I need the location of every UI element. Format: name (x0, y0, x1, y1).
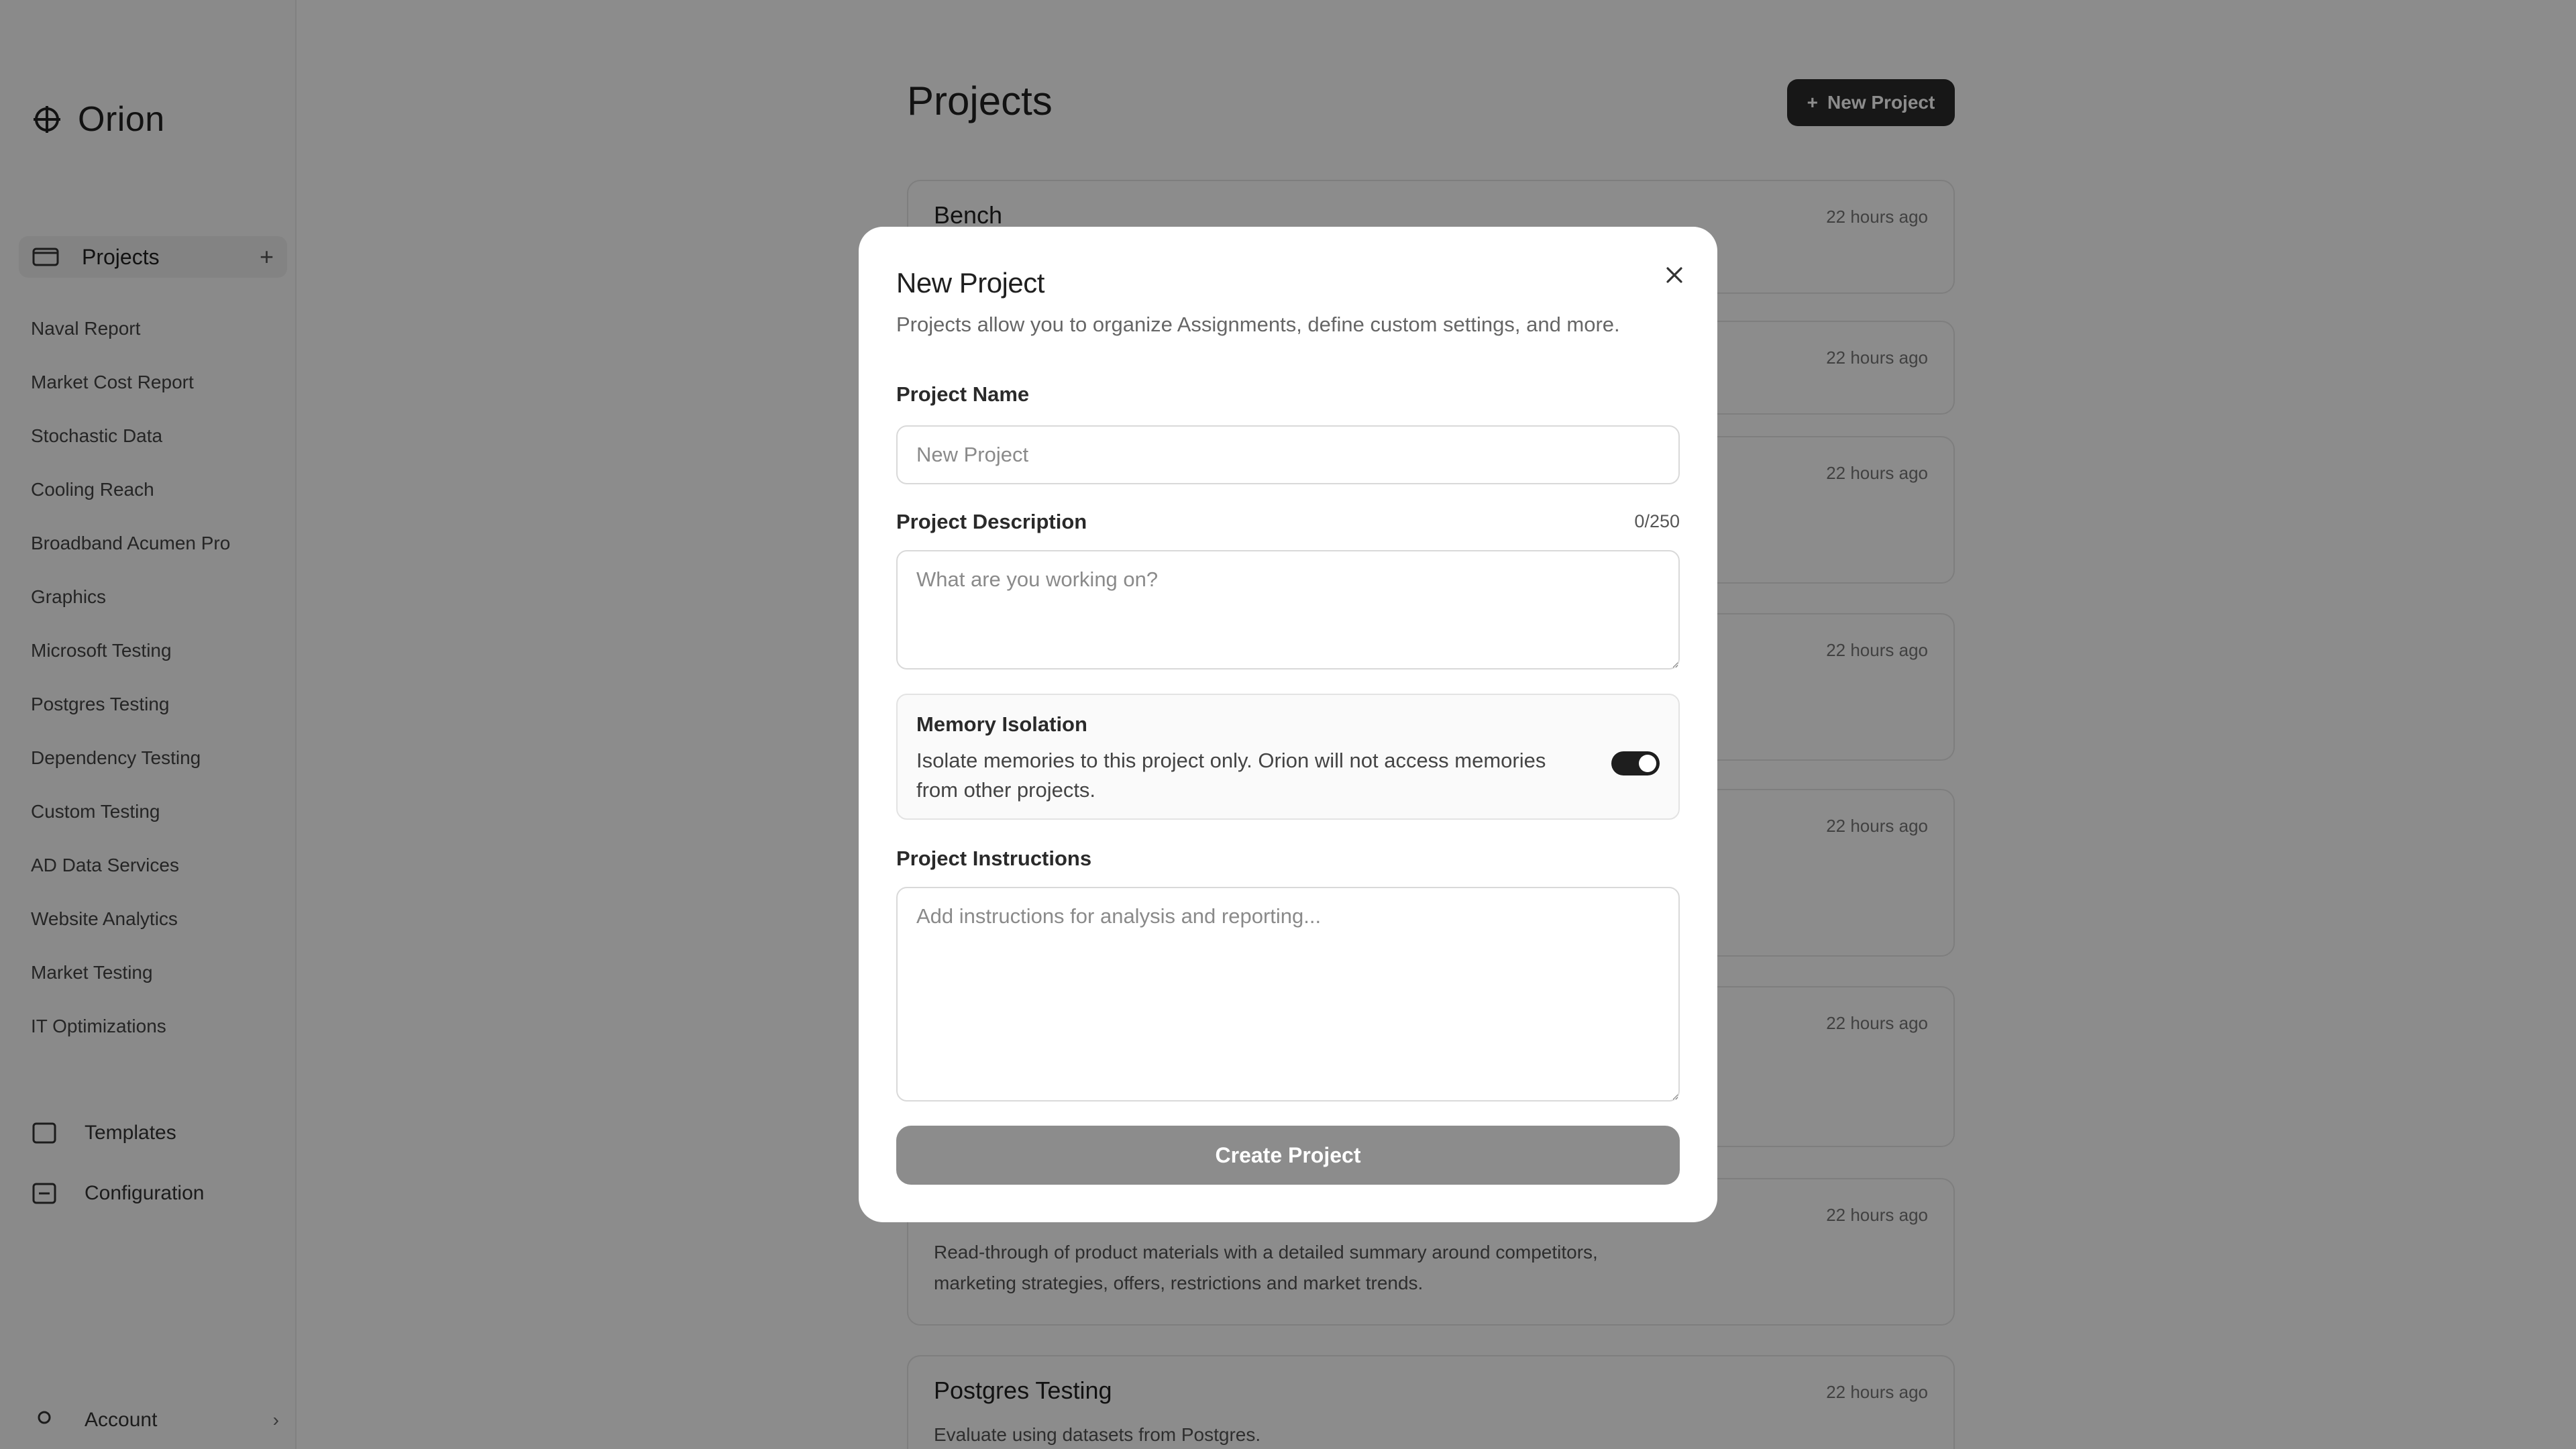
character-counter: 0/250 (1634, 511, 1680, 531)
close-icon (1666, 267, 1682, 283)
memory-isolation-title: Memory Isolation (916, 712, 1087, 736)
create-project-button[interactable]: Create Project (896, 1126, 1680, 1185)
memory-isolation-description: Isolate memories to this project only. O… (916, 749, 1546, 802)
project-name-input[interactable] (896, 425, 1680, 484)
app-root: Orion Projects + Naval Report Market Cos… (0, 0, 2576, 1449)
close-button[interactable] (1658, 259, 1690, 291)
new-project-dialog: New Project Projects allow you to organi… (859, 227, 1717, 1222)
project-instructions-label: Project Instructions (896, 847, 1092, 870)
dialog-title: New Project (896, 267, 1044, 299)
toggle-knob (1639, 755, 1656, 772)
project-description-label: Project Description (896, 510, 1087, 533)
memory-isolation-toggle[interactable] (1611, 751, 1660, 775)
dialog-subtitle: Projects allow you to organize Assignmen… (896, 313, 1620, 336)
project-description-input[interactable] (896, 550, 1680, 669)
project-instructions-input[interactable] (896, 887, 1680, 1102)
memory-isolation-panel: Memory Isolation Isolate memories to thi… (896, 694, 1680, 820)
project-name-label: Project Name (896, 382, 1030, 406)
